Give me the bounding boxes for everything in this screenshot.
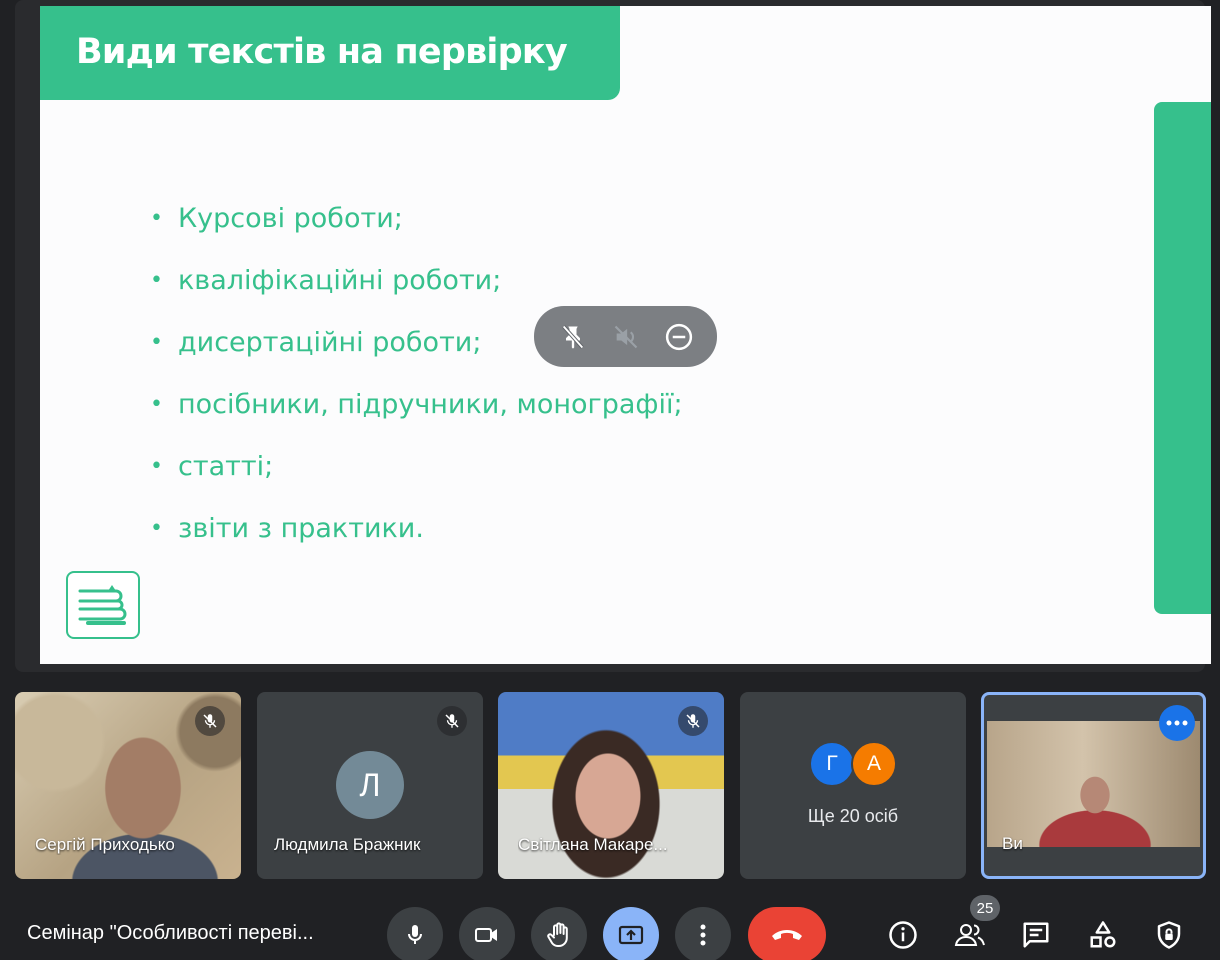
mute-audio-icon[interactable] (606, 317, 646, 357)
participant-tile[interactable]: Л Людмила Бражник (257, 692, 483, 879)
more-participants-label: Ще 20 осіб (807, 806, 899, 826)
presentation-stage: Види текстів на первірку • Курсові роботи… (15, 0, 1211, 672)
participant-tile[interactable]: Світлана Макаре... (498, 692, 724, 879)
present-screen-button[interactable] (603, 907, 659, 960)
more-options-icon[interactable] (1159, 705, 1195, 741)
raise-hand-button[interactable] (531, 907, 587, 960)
participant-name: Ви (1002, 834, 1023, 853)
unpin-icon[interactable] (553, 317, 593, 357)
bullet-icon: • (150, 516, 163, 541)
bullet-icon: • (150, 330, 163, 355)
self-tile[interactable]: Ви (981, 692, 1206, 879)
end-call-button[interactable] (748, 907, 826, 960)
slide-title: Види текстів на первірку (76, 32, 568, 72)
avatar: А (851, 741, 897, 787)
slide-bullet-list: • Курсові роботи; • кваліфікаційні роботи;… (150, 188, 683, 560)
slide-bullet-text: статті; (178, 451, 274, 482)
mic-off-icon (195, 706, 225, 736)
avatar: Л (336, 751, 404, 819)
tile-hover-controls (534, 306, 717, 367)
slide-bullet-item: • статті; (150, 436, 683, 498)
info-icon (889, 921, 917, 949)
slide-bullet-item: • Курсові роботи; (150, 188, 683, 250)
camera-button[interactable] (459, 907, 515, 960)
people-button[interactable] (950, 914, 990, 956)
more-options-button[interactable] (675, 907, 731, 960)
participant-name: Світлана Макаре... (518, 835, 668, 854)
slide-bullet-text: кваліфікаційні роботи; (178, 265, 502, 296)
slide-bullet-text: посібники, підручники, монографії; (178, 389, 683, 420)
present-screen-icon (618, 925, 644, 945)
mic-off-icon (678, 706, 708, 736)
slide-bullet-item: • кваліфікаційні роботи; (150, 250, 683, 312)
slide-bullet-item: • звіти з практики. (150, 498, 683, 560)
slide-bullet-text: дисертаційні роботи; (178, 327, 482, 358)
bullet-icon: • (150, 206, 163, 231)
microphone-button[interactable] (387, 907, 443, 960)
remove-icon[interactable] (659, 317, 699, 357)
participant-name: Сергій Приходько (35, 835, 175, 854)
bullet-icon: • (150, 392, 163, 417)
meeting-title: Семінар "Особливості переві... (27, 922, 314, 944)
more-options-icon (700, 924, 706, 946)
bullet-icon: • (150, 454, 163, 479)
participant-name: Людмила Бражник (274, 835, 421, 854)
camera-icon (475, 928, 497, 942)
activities-icon (1090, 921, 1116, 948)
mic-off-icon (437, 706, 467, 736)
slide-bullet-text: Курсові роботи; (178, 203, 403, 234)
end-call-icon (772, 930, 802, 940)
participant-tile[interactable]: Сергій Приходько (15, 692, 241, 879)
bullet-icon: • (150, 268, 163, 293)
books-stack-icon (66, 571, 140, 639)
chat-icon (1023, 922, 1049, 948)
host-controls-button[interactable] (1149, 914, 1189, 956)
self-video (987, 721, 1200, 847)
raise-hand-icon (547, 922, 568, 947)
chat-button[interactable] (1016, 914, 1056, 956)
slide-side-bar (1154, 102, 1211, 614)
others-tile[interactable]: Г А Ще 20 осіб (740, 692, 966, 879)
slide-bullet-text: звіти з практики. (178, 513, 424, 544)
microphone-icon (408, 925, 422, 944)
host-controls-icon (1157, 921, 1181, 949)
slide-bullet-item: • посібники, підручники, монографії; (150, 374, 683, 436)
people-icon (954, 924, 985, 946)
info-button[interactable] (883, 914, 923, 956)
avatar: Г (809, 741, 855, 787)
slide-title-bar: Види текстів на первірку (40, 6, 620, 100)
activities-button[interactable] (1083, 914, 1123, 956)
